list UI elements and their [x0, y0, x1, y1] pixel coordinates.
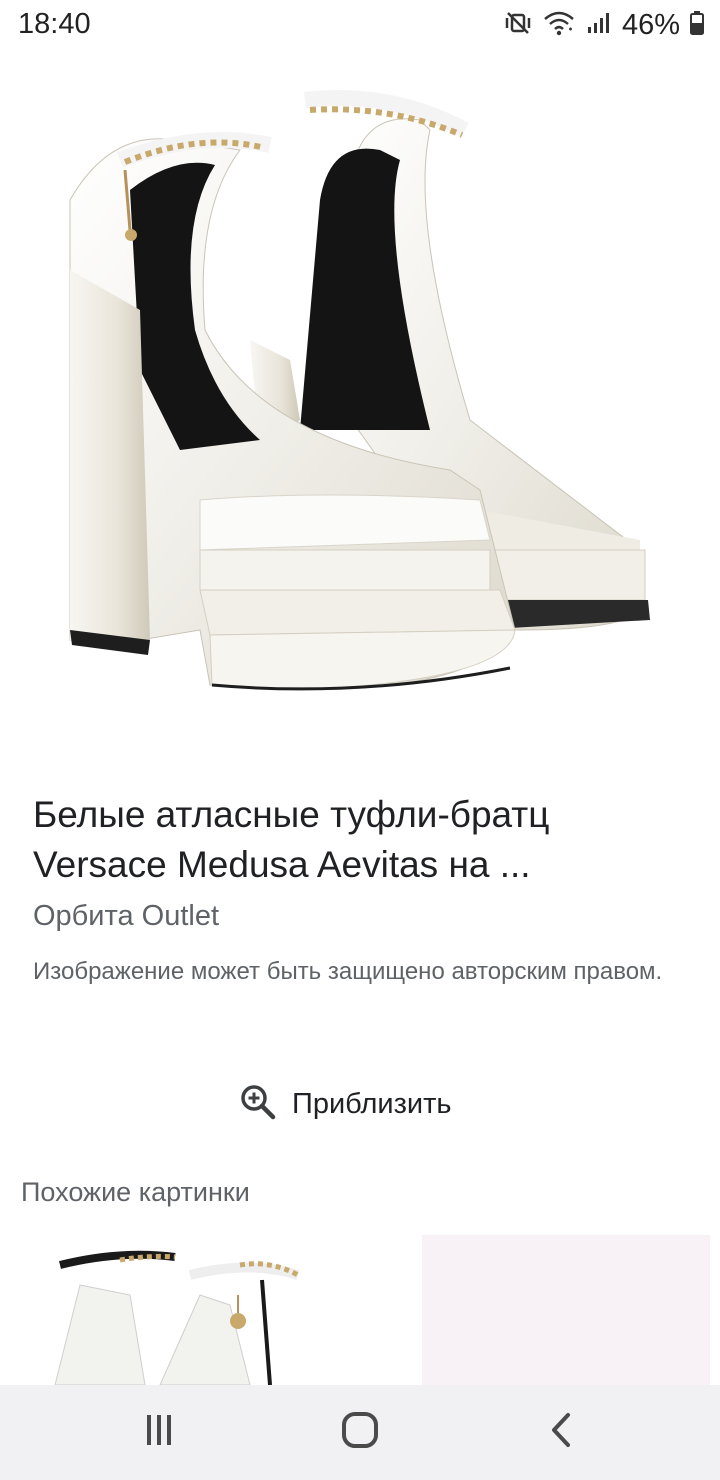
white-platform-heels-photo[interactable]	[0, 70, 720, 750]
result-title-line1: Белые атласные туфли-братц	[33, 794, 550, 835]
copyright-notice: Изображение может быть защищено авторски…	[33, 958, 663, 985]
status-bar: 18:40 46%	[0, 0, 720, 50]
similar-images-heading: Похожие картинки	[21, 1177, 250, 1207]
home-button[interactable]	[330, 1407, 390, 1457]
zoom-in-label: Приблизить	[292, 1087, 452, 1120]
result-title-line2: Versace Medusa Aevitas на ...	[33, 844, 531, 885]
mute-vibrate-icon	[504, 9, 532, 42]
result-title[interactable]: Белые атласные туфли-братц Versace Medus…	[33, 790, 693, 890]
status-time: 18:40	[18, 8, 91, 40]
similar-images-grid	[0, 1235, 720, 1385]
navigation-bar	[0, 1385, 720, 1480]
zoom-in-button[interactable]: Приблизить	[238, 1080, 452, 1128]
home-icon	[340, 1410, 380, 1455]
wifi-icon	[542, 9, 576, 42]
recent-apps-button[interactable]	[129, 1407, 189, 1457]
status-icons: 46%	[504, 8, 704, 42]
battery-percentage: 46%	[621, 8, 680, 41]
similar-image-thumbnail[interactable]	[422, 1235, 710, 1385]
signal-icon	[586, 9, 612, 42]
similar-image-thumbnail[interactable]	[0, 1235, 418, 1385]
battery-icon	[690, 9, 704, 42]
recent-apps-icon	[141, 1412, 177, 1453]
back-icon	[544, 1412, 580, 1453]
result-source[interactable]: Орбита Outlet	[33, 900, 219, 933]
back-button[interactable]	[532, 1407, 592, 1457]
zoom-in-icon	[238, 1082, 278, 1127]
